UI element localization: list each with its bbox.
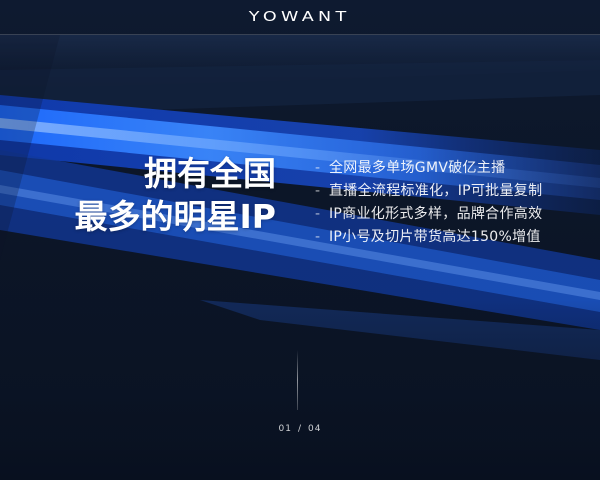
feature-item: - 直播全流程标准化，IP可批量复制: [315, 180, 542, 203]
feature-text: IP小号及切片带货高达150%增值: [329, 229, 541, 245]
slide: YOWANT 拥有全国 最多的明星IP - 全网最多单场GMV破亿主播 - 直播全流…: [0, 0, 600, 480]
bullet-dash: -: [315, 229, 321, 245]
feature-text: 直播全流程标准化，IP可批量复制: [329, 183, 543, 199]
feature-text: IP商业化形式多样，品牌合作高效: [329, 206, 543, 222]
page-indicator: 01 / 04: [0, 424, 600, 434]
feature-item: - 全网最多单场GMV破亿主播: [315, 157, 542, 180]
page-current: 01: [278, 424, 292, 434]
headline-line-1: 拥有全国: [144, 154, 276, 193]
bullet-dash: -: [315, 160, 321, 176]
feature-text: 全网最多单场GMV破亿主播: [329, 160, 506, 176]
headline: 拥有全国 最多的明星IP: [75, 152, 276, 238]
bullet-dash: -: [315, 183, 321, 199]
scroll-indicator-line: [297, 350, 298, 410]
brand-logo[interactable]: YOWANT: [249, 11, 351, 24]
headline-line-2: 最多的明星IP: [74, 197, 276, 236]
feature-list: - 全网最多单场GMV破亿主播 - 直播全流程标准化，IP可批量复制 - IP商业化形…: [315, 157, 542, 249]
feature-item: - IP小号及切片带货高达150%增值: [315, 226, 542, 249]
feature-item: - IP商业化形式多样，品牌合作高效: [315, 203, 542, 226]
bullet-dash: -: [315, 206, 321, 222]
page-separator: /: [297, 424, 303, 434]
page-total: 04: [308, 424, 322, 434]
header: YOWANT: [0, 0, 600, 34]
header-divider: [0, 34, 600, 35]
